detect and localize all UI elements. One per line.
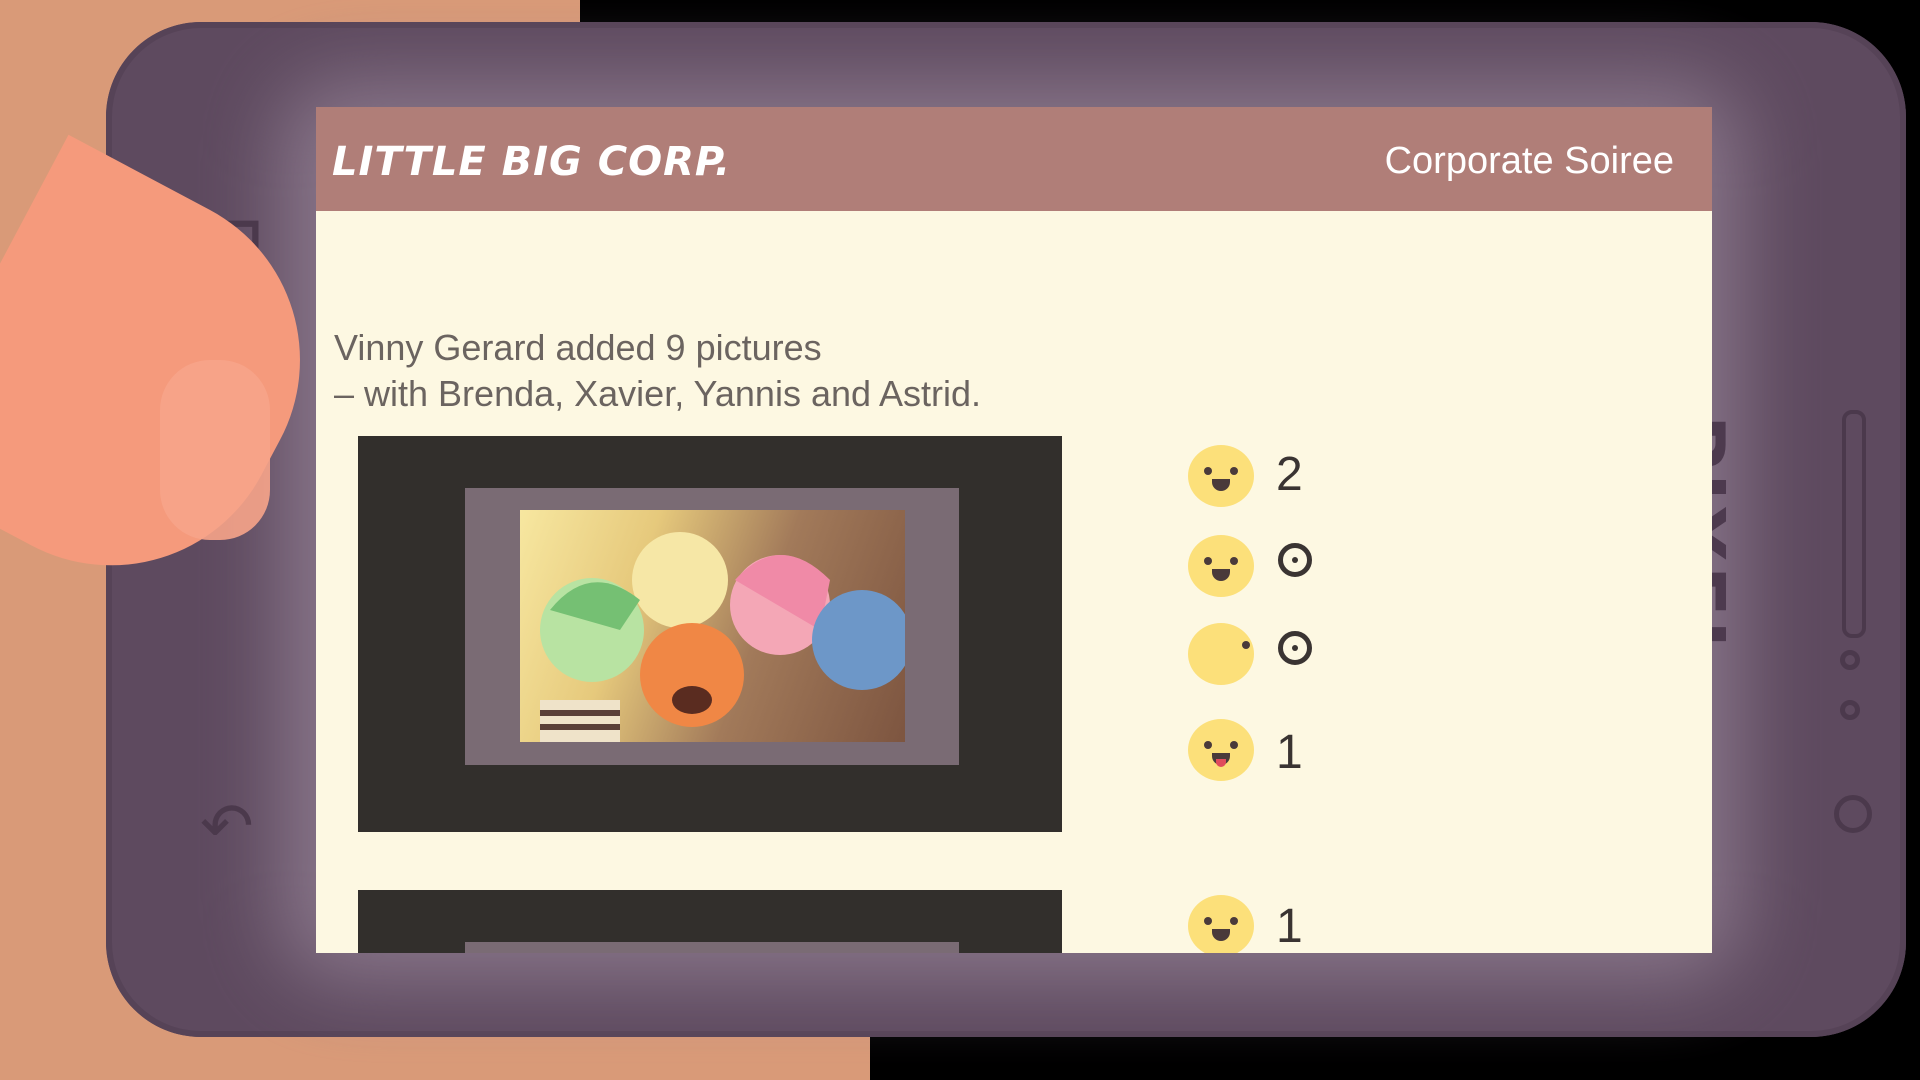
- back-arrow-icon: ↶: [200, 790, 254, 864]
- page-title: Corporate Soiree: [1384, 140, 1674, 182]
- app-header: LITTLE BIG CORP. Corporate Soiree: [316, 107, 1712, 211]
- post-tagged-line: – with Brenda, Xavier, Yannis and Astrid…: [334, 373, 982, 414]
- home-button-icon: [1834, 795, 1872, 833]
- reaction-button[interactable]: [1188, 623, 1258, 687]
- reaction-button[interactable]: [1188, 895, 1258, 953]
- speaker-grille-icon: [1842, 410, 1866, 638]
- happy-face-icon: [1188, 535, 1254, 597]
- photo-card[interactable]: [358, 436, 1062, 832]
- photo-card[interactable]: [358, 890, 1062, 953]
- reaction-button[interactable]: [1188, 535, 1258, 599]
- happy-face-icon: [1188, 895, 1254, 953]
- pending-count-icon: [1278, 631, 1312, 665]
- phone-frame: [465, 942, 959, 953]
- party-photo: [520, 510, 905, 742]
- reaction-count: 1: [1276, 726, 1303, 779]
- post-author-line: Vinny Gerard added 9 pictures: [334, 327, 822, 368]
- pending-count-icon: [1278, 543, 1312, 577]
- reaction-button[interactable]: [1188, 445, 1258, 509]
- blank-face-icon: [1188, 623, 1254, 685]
- characters-illustration: [540, 532, 905, 742]
- reaction-count: 1: [1276, 900, 1303, 953]
- social-feed-screen: LITTLE BIG CORP. Corporate Soiree Vinny …: [316, 107, 1712, 953]
- reaction-button[interactable]: [1188, 719, 1258, 783]
- tongue-face-icon: [1188, 719, 1254, 781]
- thumb-nail: [160, 360, 270, 540]
- phone-frame: [465, 488, 959, 765]
- game-scene: ❐ ↶ PIXEL LITTLE BIG CORP. Corporate Soi…: [0, 0, 1920, 1080]
- camera-icon: [1840, 650, 1860, 670]
- sensor-icon: [1840, 700, 1860, 720]
- reaction-count: 2: [1276, 448, 1303, 501]
- happy-face-icon: [1188, 445, 1254, 507]
- company-logo: LITTLE BIG CORP.: [332, 139, 732, 185]
